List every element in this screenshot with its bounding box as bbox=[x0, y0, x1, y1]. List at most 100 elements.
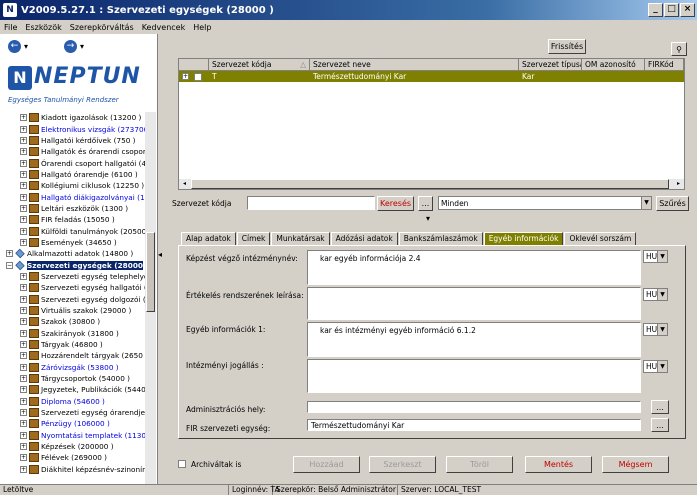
tree-item[interactable]: + Szakok (30800 ) bbox=[0, 316, 145, 327]
tree-expand-icon[interactable]: + bbox=[20, 431, 27, 439]
search-button[interactable]: Keresés bbox=[377, 196, 414, 211]
chevron-down-icon[interactable]: ▾ bbox=[24, 42, 28, 51]
tree-expand-icon[interactable]: + bbox=[20, 363, 27, 371]
tab-2[interactable]: Munkatársak bbox=[271, 232, 330, 246]
tree-item[interactable]: + Nyomtatási templatek (113000 bbox=[0, 430, 145, 441]
tree-expand-icon[interactable]: + bbox=[20, 341, 27, 349]
menu-szerepkorvaltas[interactable]: Szerepkörváltás bbox=[70, 23, 134, 32]
tree-expand-icon[interactable]: + bbox=[20, 329, 27, 337]
col-header-firkod[interactable]: FIRKód bbox=[645, 59, 684, 71]
tree-expand-icon[interactable]: + bbox=[20, 204, 27, 212]
menu-help[interactable]: Help bbox=[193, 23, 211, 32]
tree-item[interactable]: + Hallgatói kérdőívek (750 ) bbox=[0, 135, 145, 146]
scrollbar-thumb[interactable] bbox=[191, 179, 669, 189]
tree-expand-icon[interactable]: + bbox=[20, 397, 27, 405]
scrollbar-thumb[interactable] bbox=[146, 232, 155, 312]
tree-item[interactable]: + Események (34650 ) bbox=[0, 237, 145, 248]
col-header-om[interactable]: OM azonosító bbox=[582, 59, 645, 71]
archived-checkbox[interactable] bbox=[178, 460, 186, 468]
ertekeles-lang-select[interactable]: HU ▼ bbox=[643, 288, 668, 301]
tree-expand-icon[interactable]: + bbox=[20, 114, 27, 122]
tree-item[interactable]: + Tárgyak (46800 ) bbox=[0, 339, 145, 350]
egyeb-textarea[interactable]: kar és intézményi egyéb információ 6.1.2 bbox=[307, 322, 641, 357]
pin-icon[interactable]: ⚲ bbox=[671, 42, 687, 56]
tree-item[interactable]: − Szervezeti egységek (28000 bbox=[0, 259, 145, 270]
tree-expand-icon[interactable]: + bbox=[20, 272, 27, 280]
filter-select[interactable]: Minden ▼ bbox=[438, 196, 652, 210]
row-expand-icon[interactable]: + bbox=[182, 73, 189, 80]
minimize-icon[interactable]: _ bbox=[648, 3, 663, 17]
tree-expand-icon[interactable]: + bbox=[6, 250, 13, 258]
chevron-down-icon[interactable]: ▼ bbox=[657, 251, 667, 262]
tree-expand-icon[interactable]: + bbox=[20, 227, 27, 235]
tree-item[interactable]: + Diploma (54600 ) bbox=[0, 396, 145, 407]
collapse-down-icon[interactable]: ▾ bbox=[426, 214, 440, 223]
tree-item[interactable]: + Hallgató diákigazolványai (115 bbox=[0, 191, 145, 202]
tree-scrollbar[interactable] bbox=[145, 112, 156, 484]
tree-expand-icon[interactable]: + bbox=[20, 216, 27, 224]
tree-expand-icon[interactable]: + bbox=[20, 136, 27, 144]
tree-item[interactable]: + Szervezeti egység telephelyei ( bbox=[0, 271, 145, 282]
chevron-down-icon[interactable]: ▼ bbox=[641, 197, 651, 209]
tab-3[interactable]: Adózási adatok bbox=[330, 232, 398, 246]
tree-item[interactable]: + Elektronikus vizsgák (273700 bbox=[0, 123, 145, 134]
tree-item[interactable]: + Virtuális szakok (29000 ) bbox=[0, 305, 145, 316]
menu-kedvencek[interactable]: Kedvencek bbox=[142, 23, 186, 32]
tab-0[interactable]: Alap adatok bbox=[181, 232, 236, 246]
row-checkbox[interactable] bbox=[194, 72, 202, 81]
chevron-down-icon[interactable]: ▾ bbox=[80, 42, 84, 51]
save-button[interactable]: Mentés bbox=[525, 456, 592, 473]
chevron-down-icon[interactable]: ▼ bbox=[657, 361, 667, 372]
tree-expand-icon[interactable]: + bbox=[20, 125, 27, 133]
scroll-left-icon[interactable]: ◂ bbox=[179, 179, 190, 189]
kepzest-textarea[interactable]: kar egyéb információja 2.4 bbox=[307, 250, 641, 285]
search-input[interactable] bbox=[247, 196, 375, 210]
refresh-button[interactable]: Frissítés bbox=[548, 39, 586, 54]
tree-item[interactable]: + Képzések (200000 ) bbox=[0, 441, 145, 452]
tree-item[interactable]: + Külföldi tanulmányok (20500 ) bbox=[0, 225, 145, 236]
chevron-down-icon[interactable]: ▼ bbox=[657, 324, 667, 335]
tree-item[interactable]: + Diákhitel képzésnév-szinonímá bbox=[0, 464, 145, 475]
tree-item[interactable]: + Hozzárendelt tárgyak (2650 ) bbox=[0, 350, 145, 361]
egyeb-lang-select[interactable]: HU ▼ bbox=[643, 323, 668, 336]
admin-browse-button[interactable]: ... bbox=[651, 400, 669, 414]
tab-4[interactable]: Bankszámlaszámok bbox=[398, 232, 483, 246]
tree-expand-icon[interactable]: + bbox=[20, 307, 27, 315]
forward-button[interactable]: → ▾ bbox=[64, 38, 98, 54]
tree-item[interactable]: + Szervezeti egység dolgozói (28 bbox=[0, 294, 145, 305]
close-icon[interactable]: × bbox=[680, 3, 695, 17]
col-header-name[interactable]: Szervezet neve bbox=[310, 59, 519, 71]
search-more-button[interactable]: ... bbox=[418, 196, 433, 211]
table-row[interactable]: + T Természettudományi Kar Kar bbox=[179, 71, 684, 82]
fir-input[interactable]: Természettudományi Kar bbox=[307, 419, 641, 431]
tree-item[interactable]: + Tárgycsoportok (54000 ) bbox=[0, 373, 145, 384]
tree-expand-icon[interactable]: + bbox=[20, 182, 27, 190]
tree-item[interactable]: + Pénzügy (106000 ) bbox=[0, 418, 145, 429]
add-button[interactable]: Hozzáad bbox=[293, 456, 360, 473]
collapse-sidebar-icon[interactable]: ◂ bbox=[158, 250, 164, 260]
tree-expand-icon[interactable]: + bbox=[20, 443, 27, 451]
intezmenyi-lang-select[interactable]: HU ▼ bbox=[643, 360, 668, 373]
tree-item[interactable]: + Hallgató órarendje (6100 ) bbox=[0, 169, 145, 180]
tree-expand-icon[interactable]: + bbox=[20, 284, 27, 292]
tree-item[interactable]: + Félévek (269000 ) bbox=[0, 452, 145, 463]
col-header-code[interactable]: Szervezet kódja △ bbox=[209, 59, 310, 71]
tree-expand-icon[interactable]: + bbox=[20, 238, 27, 246]
tree-expand-icon[interactable]: + bbox=[20, 420, 27, 428]
col-header-type[interactable]: Szervezet típusa bbox=[519, 59, 582, 71]
tree-expand-icon[interactable]: + bbox=[20, 193, 27, 201]
chevron-down-icon[interactable]: ▼ bbox=[657, 289, 667, 300]
admin-input[interactable] bbox=[307, 401, 641, 413]
menu-eszkozok[interactable]: Eszközök bbox=[25, 23, 61, 32]
tree-item[interactable]: + FIR feladás (15050 ) bbox=[0, 214, 145, 225]
tree-expand-icon[interactable]: + bbox=[20, 148, 27, 156]
fir-browse-button[interactable]: ... bbox=[651, 418, 669, 432]
tree-item[interactable]: + Szervezeti egység órarendje (5 bbox=[0, 407, 145, 418]
ertekeles-textarea[interactable] bbox=[307, 287, 641, 320]
tab-6[interactable]: Oklevél sorszám bbox=[564, 232, 637, 246]
back-button[interactable]: ← ▾ bbox=[8, 38, 42, 54]
tree-expand-icon[interactable]: + bbox=[20, 465, 27, 473]
tree-item[interactable]: + Kiadott igazolások (13200 ) bbox=[0, 112, 145, 123]
delete-button[interactable]: Töröl bbox=[446, 456, 513, 473]
tree-item[interactable]: + Jegyzetek, Publikációk (54400 bbox=[0, 384, 145, 395]
